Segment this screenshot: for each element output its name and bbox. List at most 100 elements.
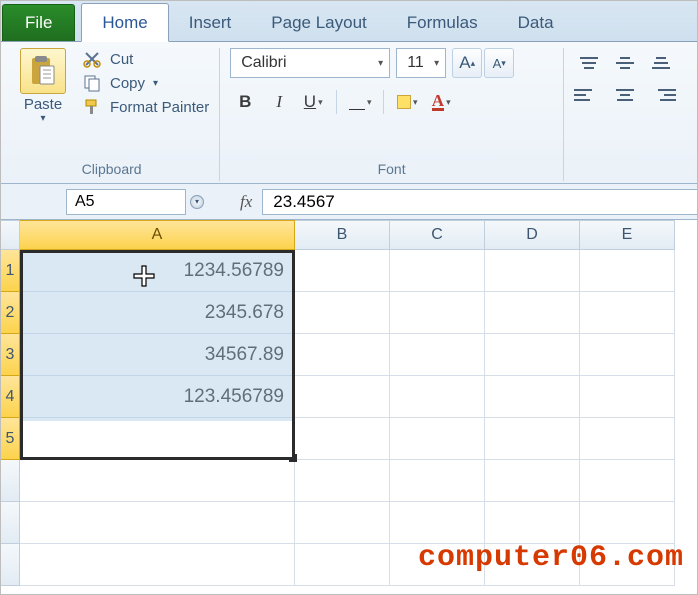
- border-icon: [349, 94, 365, 110]
- file-tab[interactable]: File: [2, 4, 75, 41]
- cell-D5[interactable]: [485, 418, 580, 460]
- align-top-button[interactable]: [574, 50, 604, 76]
- cell-D3[interactable]: [485, 334, 580, 376]
- cell[interactable]: [390, 502, 485, 544]
- name-box[interactable]: A5: [66, 189, 186, 215]
- cell-D4[interactable]: [485, 376, 580, 418]
- fill-icon: [397, 95, 411, 109]
- copy-label: Copy: [110, 75, 145, 92]
- name-box-dropdown[interactable]: ▾: [190, 195, 204, 209]
- cell[interactable]: [20, 460, 295, 502]
- cell-B1[interactable]: [295, 250, 390, 292]
- cell-E5[interactable]: [580, 418, 675, 460]
- font-name-combo[interactable]: Calibri ▾: [230, 48, 390, 78]
- cell[interactable]: [20, 502, 295, 544]
- row-header-4[interactable]: 4: [0, 376, 20, 418]
- column-header-B[interactable]: B: [295, 220, 390, 250]
- row-header-3[interactable]: 3: [0, 334, 20, 376]
- decrease-font-button[interactable]: A▾: [484, 48, 514, 78]
- copy-icon: [82, 74, 102, 92]
- cell-B3[interactable]: [295, 334, 390, 376]
- cell[interactable]: [295, 544, 390, 586]
- align-middle-button[interactable]: [610, 50, 640, 76]
- cell[interactable]: [485, 502, 580, 544]
- fill-color-button[interactable]: ▾: [392, 88, 422, 116]
- paste-icon: [20, 48, 66, 94]
- column-header-D[interactable]: D: [485, 220, 580, 250]
- tabs-bar: File Home Insert Page Layout Formulas Da…: [0, 0, 698, 42]
- increase-font-button[interactable]: A▴: [452, 48, 482, 78]
- select-all-corner[interactable]: [0, 220, 20, 250]
- cell[interactable]: [295, 502, 390, 544]
- align-left-button[interactable]: [574, 82, 604, 108]
- italic-button[interactable]: I: [264, 88, 294, 116]
- row-header-7[interactable]: [0, 502, 20, 544]
- cell[interactable]: [390, 460, 485, 502]
- underline-button[interactable]: U▾: [298, 88, 328, 116]
- align-center-button[interactable]: [610, 82, 640, 108]
- cell-D1[interactable]: [485, 250, 580, 292]
- cut-button[interactable]: Cut: [82, 50, 209, 68]
- borders-button[interactable]: ▾: [345, 88, 375, 116]
- cell-C4[interactable]: [390, 376, 485, 418]
- tab-page-layout[interactable]: Page Layout: [251, 4, 386, 41]
- bold-button[interactable]: B: [230, 88, 260, 116]
- paste-label: Paste: [24, 96, 62, 113]
- cut-label: Cut: [110, 51, 133, 68]
- cell-D2[interactable]: [485, 292, 580, 334]
- cell-E3[interactable]: [580, 334, 675, 376]
- column-header-C[interactable]: C: [390, 220, 485, 250]
- cell[interactable]: [485, 460, 580, 502]
- tab-data[interactable]: Data: [498, 4, 574, 41]
- spreadsheet-grid: A B C D E 1 1234.56789 2 2345.678 3 3456…: [0, 220, 698, 586]
- tab-formulas[interactable]: Formulas: [387, 4, 498, 41]
- cell[interactable]: [295, 460, 390, 502]
- cell-C2[interactable]: [390, 292, 485, 334]
- cell-A4[interactable]: 123.456789: [20, 376, 295, 418]
- row-header-6[interactable]: [0, 460, 20, 502]
- table-row: [0, 502, 698, 544]
- row-header-5[interactable]: 5: [0, 418, 20, 460]
- tab-home[interactable]: Home: [81, 3, 168, 42]
- bold-icon: B: [239, 92, 251, 112]
- cell-E2[interactable]: [580, 292, 675, 334]
- cell[interactable]: [580, 502, 675, 544]
- fx-icon[interactable]: fx: [240, 192, 252, 212]
- font-size-combo[interactable]: 11 ▾: [396, 48, 446, 78]
- cell-A5[interactable]: 23.4567: [20, 418, 295, 460]
- cell-B4[interactable]: [295, 376, 390, 418]
- format-painter-label: Format Painter: [110, 99, 209, 116]
- cell-A3[interactable]: 34567.89: [20, 334, 295, 376]
- cell-B2[interactable]: [295, 292, 390, 334]
- column-header-A[interactable]: A: [20, 220, 295, 250]
- cell-B5[interactable]: [295, 418, 390, 460]
- cell-A1[interactable]: 1234.56789: [20, 250, 295, 292]
- row-header-2[interactable]: 2: [0, 292, 20, 334]
- align-right-button[interactable]: [646, 82, 676, 108]
- column-header-E[interactable]: E: [580, 220, 675, 250]
- row-header-1[interactable]: 1: [0, 250, 20, 292]
- name-box-value: A5: [75, 193, 95, 211]
- cell-C1[interactable]: [390, 250, 485, 292]
- copy-dropdown-icon[interactable]: ▾: [153, 78, 158, 89]
- paste-button[interactable]: Paste ▾: [14, 48, 72, 124]
- copy-button[interactable]: Copy ▾: [82, 74, 209, 92]
- decrease-font-icon: A: [493, 56, 502, 71]
- tab-insert[interactable]: Insert: [169, 4, 252, 41]
- formula-input[interactable]: 23.4567: [262, 189, 698, 215]
- align-bottom-button[interactable]: [646, 50, 676, 76]
- cell-E1[interactable]: [580, 250, 675, 292]
- cell-C5[interactable]: [390, 418, 485, 460]
- clipboard-group-label: Clipboard: [14, 161, 209, 177]
- cell[interactable]: [580, 460, 675, 502]
- paste-dropdown-icon[interactable]: ▾: [40, 113, 45, 124]
- ribbon: Paste ▾ Cut Copy ▾: [0, 42, 698, 184]
- cell-C3[interactable]: [390, 334, 485, 376]
- cell[interactable]: [20, 544, 295, 586]
- cell-E4[interactable]: [580, 376, 675, 418]
- table-row: 1 1234.56789: [0, 250, 698, 292]
- font-color-button[interactable]: A▾: [426, 88, 456, 116]
- cell-A2[interactable]: 2345.678: [20, 292, 295, 334]
- format-painter-button[interactable]: Format Painter: [82, 98, 209, 116]
- row-header-8[interactable]: [0, 544, 20, 586]
